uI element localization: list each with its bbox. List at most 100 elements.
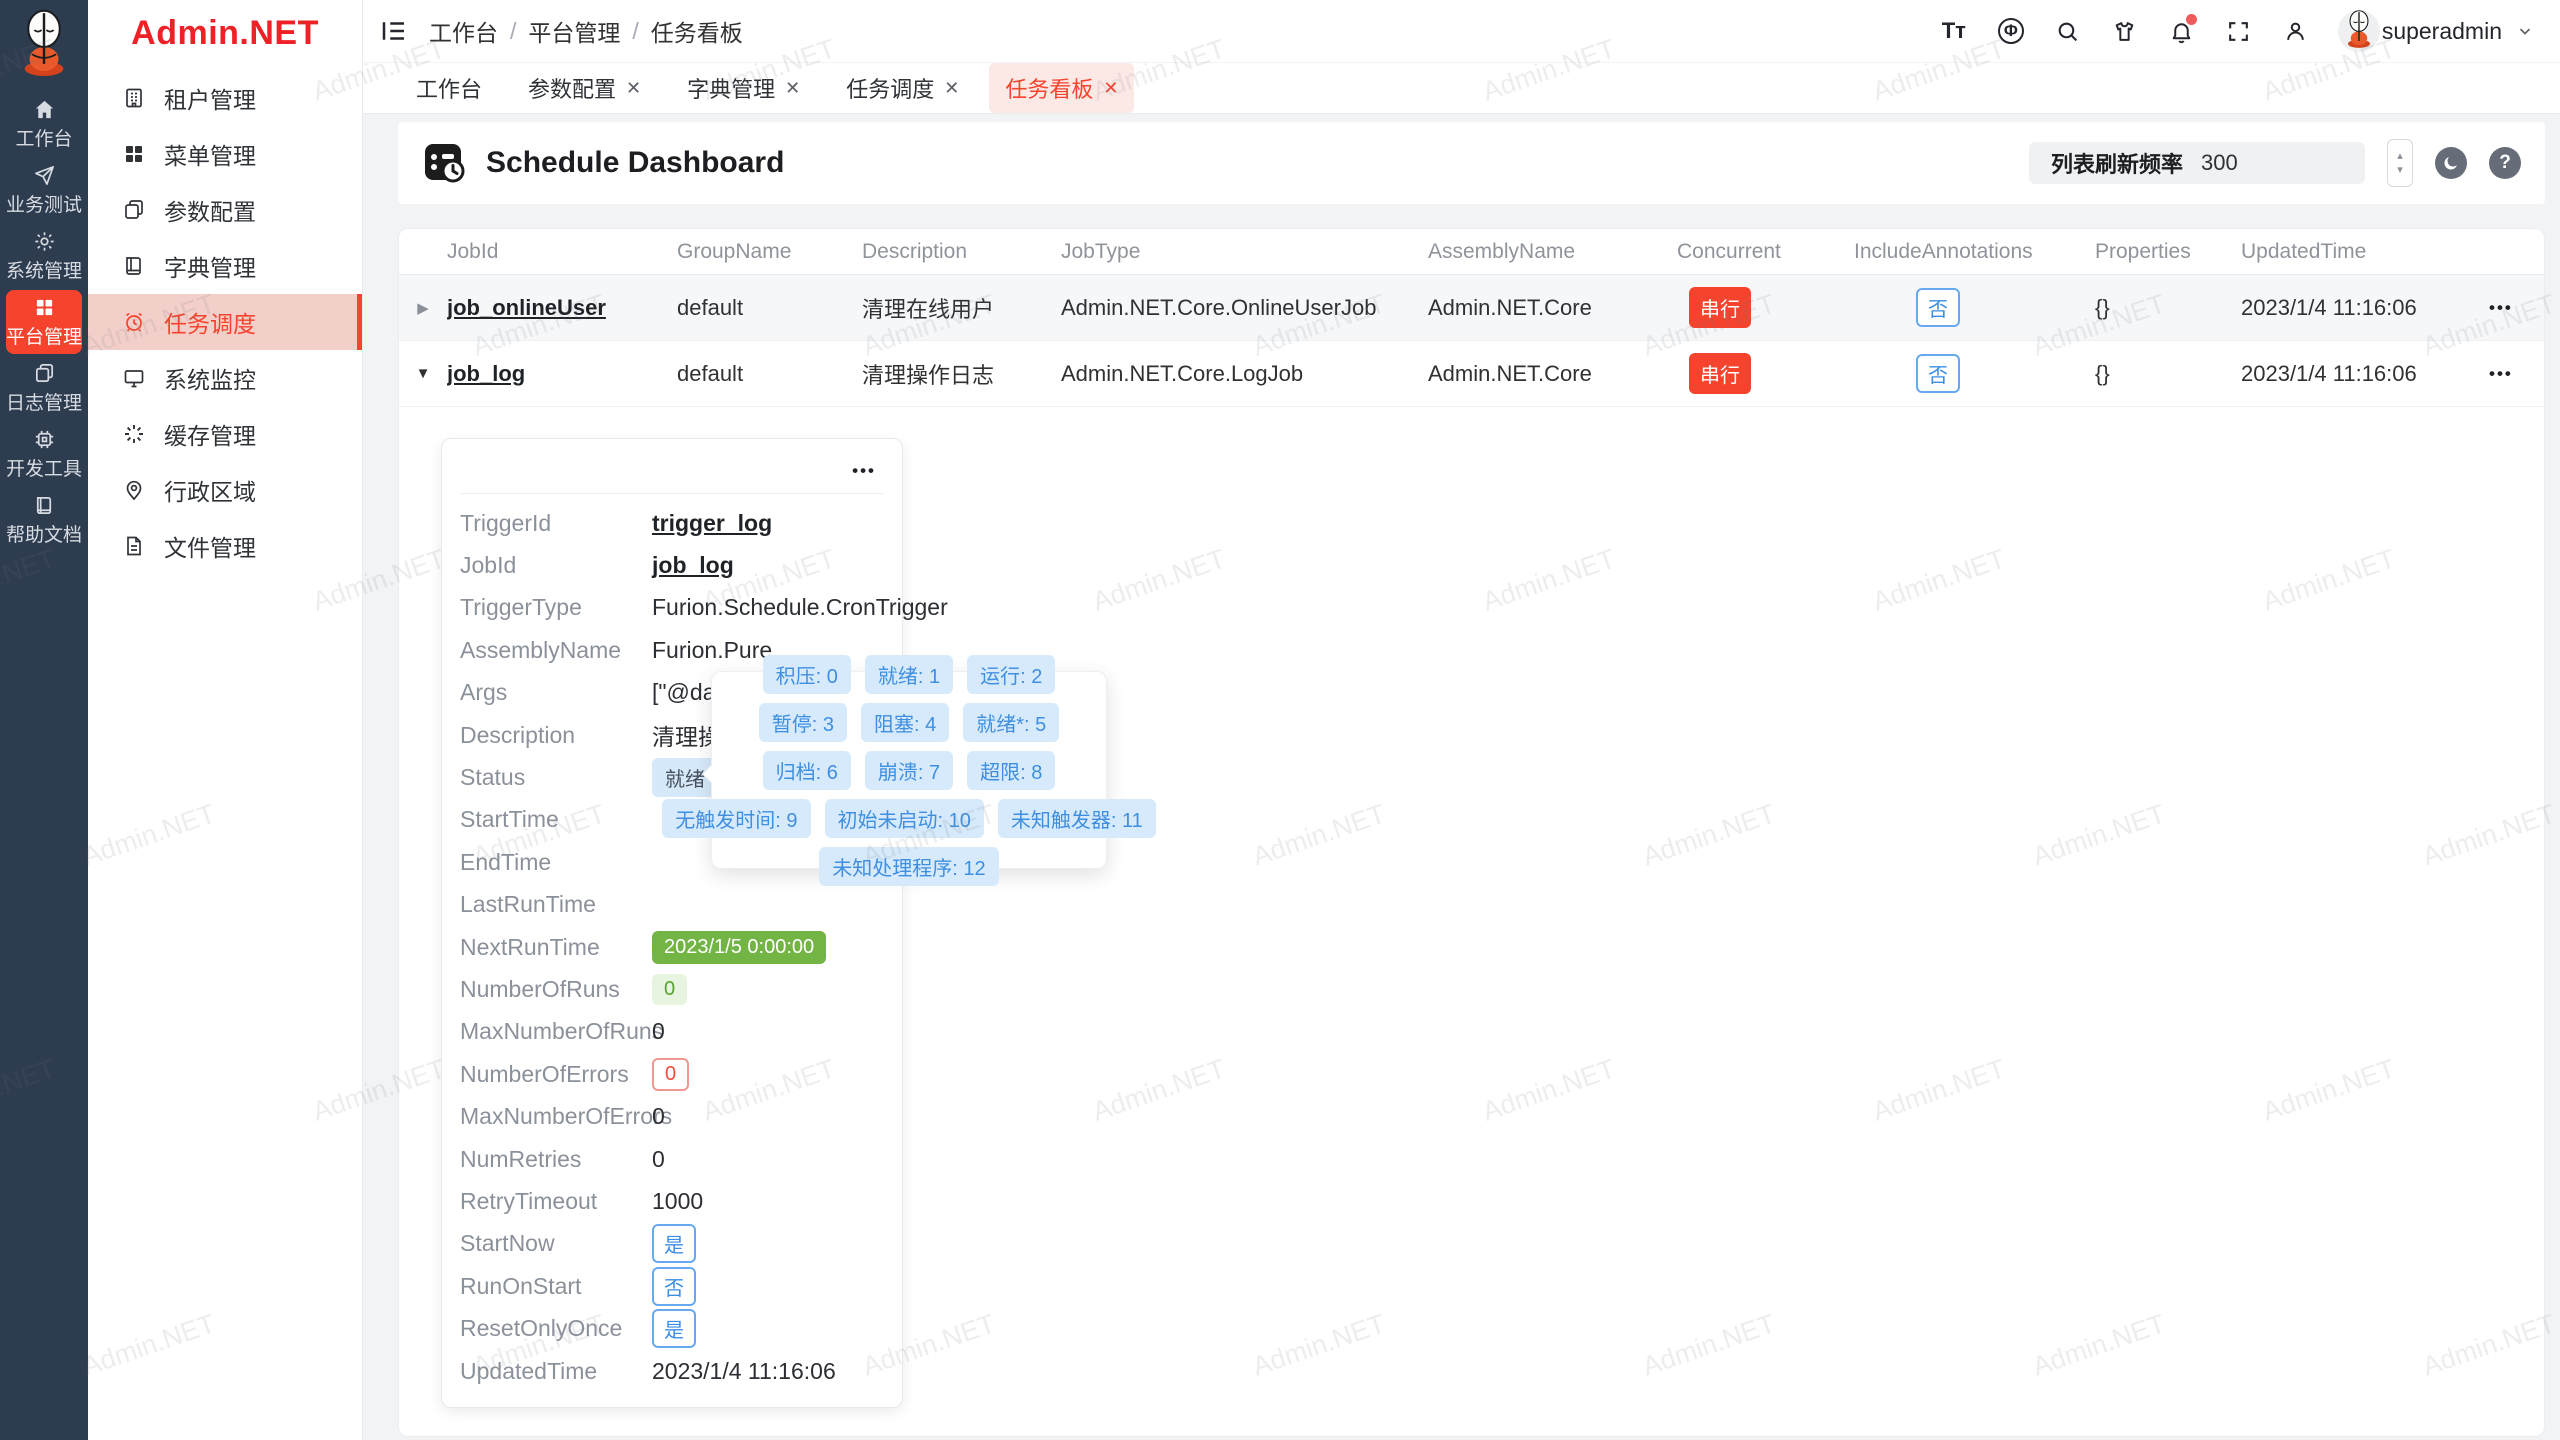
close-icon[interactable]: ✕ xyxy=(626,78,641,99)
breadcrumb-item[interactable]: 工作台 xyxy=(429,14,498,48)
sidebar-item-admin-region[interactable]: 行政区域 xyxy=(88,462,362,518)
close-icon[interactable]: ✕ xyxy=(944,78,959,99)
menu-fold-icon[interactable] xyxy=(379,16,409,46)
collapse-caret-icon[interactable]: ▼ xyxy=(399,365,447,382)
sidebar-item-label: 行政区域 xyxy=(164,473,256,507)
theme-skin-icon[interactable] xyxy=(2110,16,2140,46)
sidebar-item-label: 参数配置 xyxy=(164,193,256,227)
tab-task-board[interactable]: 任务看板 ✕ xyxy=(989,63,1134,113)
col-header: JobType xyxy=(1061,240,1428,264)
rail-item-label: 帮助文档 xyxy=(6,520,82,547)
breadcrumb-item[interactable]: 平台管理 xyxy=(528,14,620,48)
search-icon[interactable] xyxy=(2053,16,2083,46)
legend-tag: 无触发时间: 9 xyxy=(662,799,810,838)
app-logo-text: Admin.NET xyxy=(88,0,362,66)
tab-dict-mgmt[interactable]: 字典管理 ✕ xyxy=(671,63,816,113)
jobs-table-card: JobId GroupName Description JobType Asse… xyxy=(398,228,2545,1437)
include-annotations-tag: 否 xyxy=(1916,354,1960,393)
sidebar-item-param-config[interactable]: 参数配置 xyxy=(88,182,362,238)
refresh-rate-stepper[interactable]: ▴ ▾ xyxy=(2387,139,2413,187)
legend-tag: 暂停: 3 xyxy=(759,703,847,742)
user-profile-icon[interactable] xyxy=(2281,16,2311,46)
rail-item-label: 平台管理 xyxy=(6,322,82,349)
cell-properties: {} xyxy=(2095,361,2241,387)
expand-caret-icon[interactable]: ▶ xyxy=(399,299,447,317)
copy-docs-icon xyxy=(122,198,146,222)
tab-task-schedule[interactable]: 任务调度 ✕ xyxy=(830,63,975,113)
sidebar-item-task-schedule[interactable]: 任务调度 xyxy=(88,294,362,350)
rail-item-dev-tools[interactable]: 开发工具 xyxy=(6,422,82,486)
grid-dots-icon xyxy=(122,142,146,166)
rail-item-system-mgmt[interactable]: 系统管理 xyxy=(6,224,82,288)
rail-item-business-test[interactable]: 业务测试 xyxy=(6,158,82,222)
notification-badge xyxy=(2186,14,2197,25)
sidebar-item-menu-mgmt[interactable]: 菜单管理 xyxy=(88,126,362,182)
close-icon[interactable]: ✕ xyxy=(1103,78,1118,99)
rail-item-help-docs[interactable]: 帮助文档 xyxy=(6,488,82,552)
trigger-type-value: Furion.Schedule.CronTrigger xyxy=(652,594,948,621)
cell-updated-time: 2023/1/4 11:16:06 xyxy=(2241,361,2489,387)
trigger-id-link[interactable]: trigger_log xyxy=(652,510,772,537)
topbar: 工作台 / 平台管理 / 任务看板 Tт Φ xyxy=(363,0,2560,62)
rail-item-label: 开发工具 xyxy=(6,454,82,481)
page-title: Schedule Dashboard xyxy=(486,146,784,180)
legend-tag: 初始未启动: 10 xyxy=(825,799,984,838)
font-size-icon[interactable]: Tт xyxy=(1939,16,1969,46)
job-id-link[interactable]: job_log xyxy=(652,552,734,579)
col-header: UpdatedTime xyxy=(2241,240,2489,264)
notification-bell-icon[interactable] xyxy=(2167,16,2197,46)
max-number-of-runs-value: 0 xyxy=(652,1018,665,1045)
secondary-sidebar: Admin.NET 租户管理 菜单管理 参数配置 字典管理 任务调度 xyxy=(88,0,363,1440)
tab-workbench[interactable]: 工作台 xyxy=(400,63,498,113)
rail-item-label: 日志管理 xyxy=(6,388,82,415)
sidebar-item-system-monitor[interactable]: 系统监控 xyxy=(88,350,362,406)
tabs-bar: 工作台 参数配置 ✕ 字典管理 ✕ 任务调度 ✕ 任务看板 ✕ xyxy=(363,62,2560,114)
refresh-rate-input[interactable]: 列表刷新频率 300 xyxy=(2029,142,2365,184)
close-icon[interactable]: ✕ xyxy=(785,78,800,99)
row-actions-ellipsis[interactable]: ••• xyxy=(2489,298,2544,318)
sidebar-item-file-mgmt[interactable]: 文件管理 xyxy=(88,518,362,574)
dark-mode-toggle[interactable] xyxy=(2435,147,2467,179)
start-now-tag: 是 xyxy=(652,1224,696,1263)
sidebar-item-cache-mgmt[interactable]: 缓存管理 xyxy=(88,406,362,462)
schedule-dashboard-icon xyxy=(422,140,468,186)
next-run-time-tag: 2023/1/5 0:00:00 xyxy=(652,931,826,964)
rail-item-label: 工作台 xyxy=(15,124,72,151)
help-button[interactable]: ? xyxy=(2489,147,2521,179)
breadcrumb-separator: / xyxy=(632,18,638,45)
sidebar-item-label: 任务调度 xyxy=(164,305,256,339)
col-header: Concurrent xyxy=(1677,240,1854,264)
rail-item-platform-mgmt[interactable]: 平台管理 xyxy=(6,290,82,354)
sidebar-item-dict-mgmt[interactable]: 字典管理 xyxy=(88,238,362,294)
cell-group: default xyxy=(677,295,862,321)
job-id-link[interactable]: job_onlineUser xyxy=(447,295,606,320)
app-root: 工作台 业务测试 系统管理 平台管理 日志管理 xyxy=(0,0,2560,1440)
language-icon[interactable]: Φ xyxy=(1996,16,2026,46)
legend-tag: 运行: 2 xyxy=(967,655,1055,694)
cell-description: 清理在线用户 xyxy=(862,292,1061,324)
col-header: Properties xyxy=(2095,240,2241,264)
refresh-rate-label: 列表刷新频率 xyxy=(2051,147,2183,179)
row-actions-ellipsis[interactable]: ••• xyxy=(2489,364,2544,384)
job-id-link[interactable]: job_log xyxy=(447,361,525,386)
legend-tag: 归档: 6 xyxy=(763,751,851,790)
rail-item-log-mgmt[interactable]: 日志管理 xyxy=(6,356,82,420)
cell-group: default xyxy=(677,361,862,387)
col-header: AssemblyName xyxy=(1428,240,1677,264)
detail-updated-time-value: 2023/1/4 11:16:06 xyxy=(652,1358,836,1385)
include-annotations-tag: 否 xyxy=(1916,288,1960,327)
detail-actions-ellipsis[interactable]: ••• xyxy=(852,461,876,481)
tab-param-config[interactable]: 参数配置 ✕ xyxy=(512,63,657,113)
monitor-icon xyxy=(122,366,146,390)
concurrent-tag: 串行 xyxy=(1689,287,1751,328)
breadcrumb-separator: / xyxy=(510,18,516,45)
dictionary-icon xyxy=(122,254,146,278)
page-header-card: Schedule Dashboard 列表刷新频率 300 ▴ ▾ xyxy=(398,122,2545,204)
sidebar-item-tenant-mgmt[interactable]: 租户管理 xyxy=(88,70,362,126)
secondary-nav: 租户管理 菜单管理 参数配置 字典管理 任务调度 系统监控 xyxy=(88,70,362,574)
question-icon: ? xyxy=(2499,152,2511,174)
sidebar-item-label: 系统监控 xyxy=(164,361,256,395)
rail-item-workbench[interactable]: 工作台 xyxy=(6,92,82,156)
fullscreen-icon[interactable] xyxy=(2224,16,2254,46)
user-menu[interactable]: superadmin xyxy=(2338,10,2534,52)
